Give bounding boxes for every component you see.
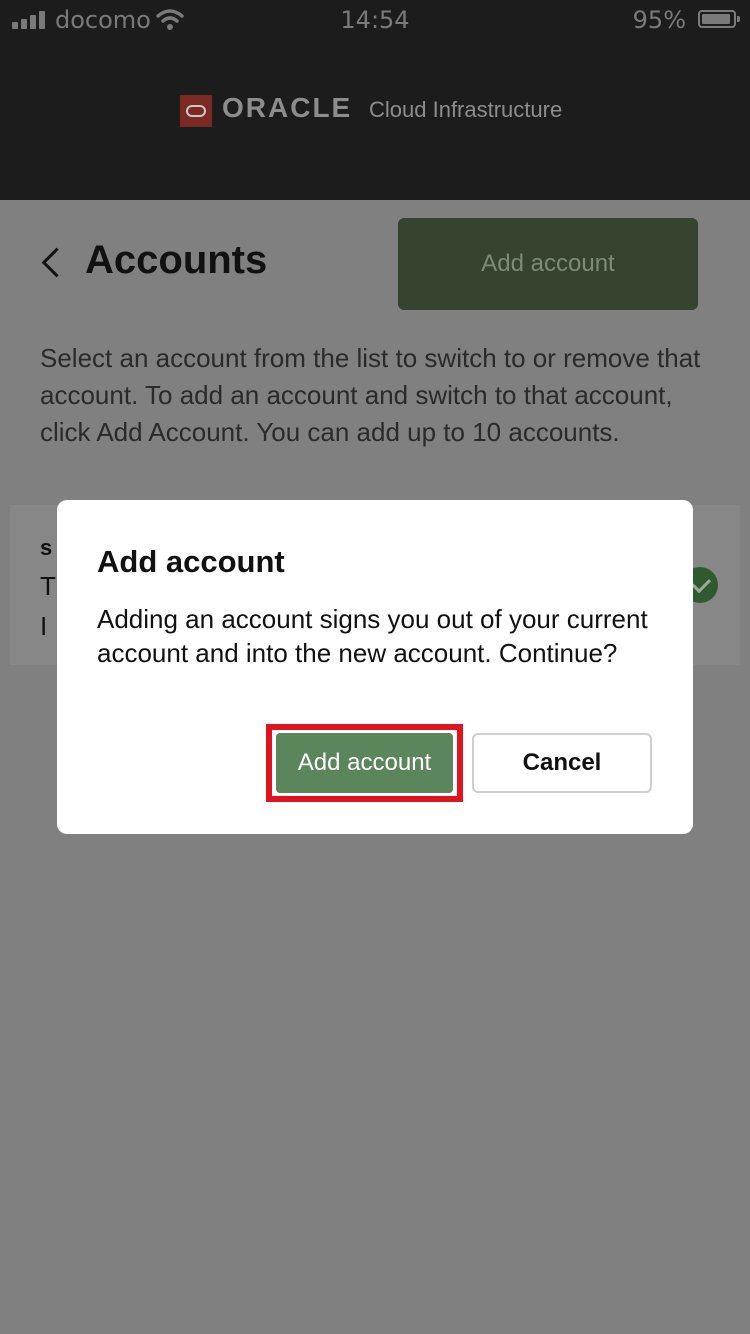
- back-chevron-icon[interactable]: [41, 247, 72, 278]
- confirm-add-account-button[interactable]: Add account: [276, 733, 453, 793]
- page-title: Accounts: [85, 238, 268, 282]
- battery-icon: [698, 10, 740, 28]
- dialog-message: Adding an account signs you out of your …: [97, 604, 648, 668]
- dialog-title: Add account: [97, 544, 285, 579]
- add-account-button[interactable]: Add account: [398, 218, 698, 310]
- add-account-dialog: Add account Adding an account signs you …: [57, 500, 693, 834]
- account-identity: I: [40, 611, 48, 641]
- cancel-button[interactable]: Cancel: [472, 733, 652, 793]
- status-bar: docomo 14:54 95%: [0, 0, 750, 40]
- page-description: Select an account from the list to switc…: [40, 343, 701, 447]
- app-header: ORACLE Cloud Infrastructure: [0, 40, 750, 200]
- oracle-logo-icon: [180, 95, 212, 127]
- battery-percent: 95%: [632, 6, 686, 34]
- account-name: s: [40, 535, 53, 560]
- oracle-wordmark: ORACLE: [222, 92, 353, 123]
- product-name: Cloud Infrastructure: [369, 97, 563, 122]
- account-tenancy: T: [40, 571, 56, 601]
